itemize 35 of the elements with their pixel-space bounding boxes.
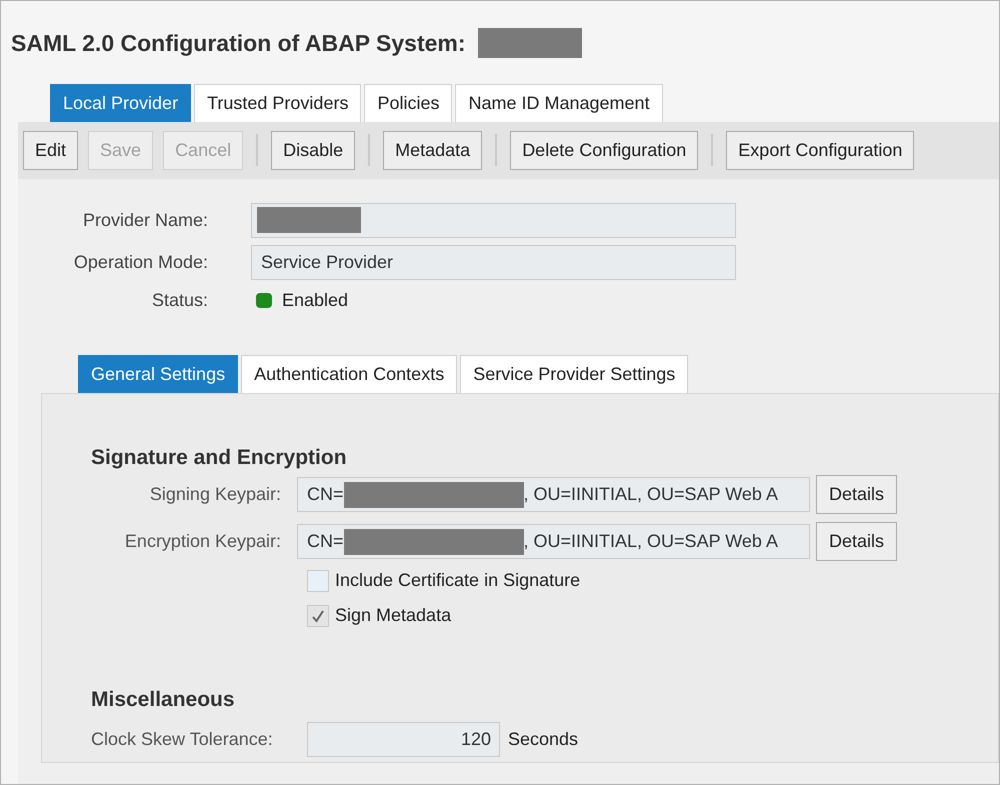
toolbar-button[interactable]: Export Configuration [726, 130, 914, 170]
section-heading: Miscellaneous [91, 687, 236, 713]
operation-mode-field[interactable]: Service Provider [251, 244, 736, 280]
tab[interactable]: General Settings [78, 354, 238, 392]
keypair-field[interactable]: CN= , OU=IINITIAL, OU=SAP Web A [297, 524, 810, 559]
tab[interactable]: Service Provider Settings [460, 354, 688, 392]
field-label: Operation Mode: [72, 250, 208, 274]
section-heading: Signature and Encryption [91, 444, 348, 470]
field-label: Status: [150, 288, 208, 312]
field-label: Signing Keypair: [148, 483, 281, 506]
tab[interactable]: Name ID Management [455, 84, 663, 122]
field-label: Encryption Keypair: [124, 530, 281, 553]
tab[interactable]: Policies [364, 84, 452, 122]
details-button[interactable]: Details [816, 522, 898, 561]
field-label: Clock Skew Tolerance: [91, 728, 274, 750]
checkbox[interactable] [307, 570, 329, 592]
checkmark-icon [311, 608, 325, 622]
clock-skew-field[interactable]: 120 [307, 722, 500, 756]
checkbox[interactable] [307, 604, 329, 626]
toolbar-button[interactable]: Delete Configuration [510, 130, 698, 170]
checkbox-label: Include Certificate in Signature [335, 569, 580, 592]
page-title: SAML 2.0 Configuration of ABAP System: [11, 29, 466, 58]
tab[interactable]: Local Provider [50, 84, 192, 122]
details-button[interactable]: Details [816, 475, 898, 514]
keypair-field[interactable]: CN= , OU=IINITIAL, OU=SAP Web A [297, 477, 810, 512]
toolbar-button[interactable]: Metadata [383, 130, 482, 170]
tab[interactable]: Trusted Providers [194, 84, 362, 122]
toolbar-button[interactable]: Edit [23, 130, 78, 170]
checkbox-label: Sign Metadata [335, 604, 452, 627]
field-label: Provider Name: [82, 208, 208, 232]
tab[interactable]: Authentication Contexts [241, 354, 458, 392]
toolbar-button[interactable]: Disable [271, 130, 356, 170]
unit-label: Seconds [508, 728, 578, 750]
status-text: Enabled [282, 288, 348, 312]
provider-name-field[interactable] [251, 202, 736, 238]
